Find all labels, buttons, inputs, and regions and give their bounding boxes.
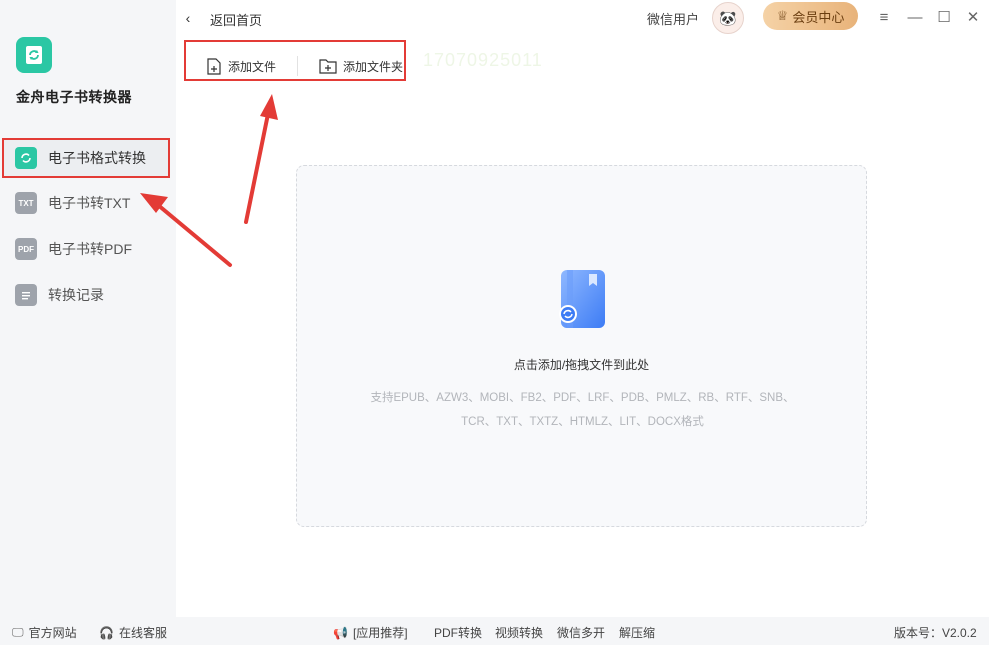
txt-badge: TXT (18, 198, 34, 208)
panda-avatar-icon: 🐼 (719, 9, 737, 26)
add-file-label: 添加文件 (228, 60, 277, 74)
title-bar: ‹ 返回首页 微信用户 🐼 ♕ 会员中心 ≡ — ☐ ✕ (176, 0, 989, 36)
arrow-to-toolbar (244, 94, 278, 224)
watermark-text: 17070925011 (423, 50, 543, 70)
megaphone-icon: 📢 (333, 625, 348, 640)
add-file-icon (207, 58, 221, 75)
sidebar-item-ebook-format-convert[interactable]: 电子书格式转换 (2, 138, 170, 178)
app-recommend: 📢 [应用推荐] (333, 624, 408, 641)
add-folder-icon (319, 59, 337, 74)
sidebar-item-label: 转换记录 (48, 287, 104, 303)
app-recommend-label: [应用推荐] (352, 626, 408, 640)
refresh-book-icon (15, 147, 37, 169)
menu-icon[interactable]: ≡ (873, 6, 895, 28)
toolbar-divider (297, 56, 298, 76)
close-icon[interactable]: ✕ (962, 6, 984, 28)
sidebar-item-ebook-to-txt[interactable]: TXT 电子书转TXT (0, 185, 176, 221)
online-support-label: 在线客服 (118, 626, 167, 640)
add-folder-button[interactable]: 添加文件夹 (319, 58, 403, 75)
supported-formats-hint: 支持EPUB、AZW3、MOBI、FB2、PDF、LRF、PDB、PMLZ、RB… (357, 386, 808, 434)
sidebar-item-ebook-to-pdf[interactable]: PDF 电子书转PDF (0, 231, 176, 267)
sidebar-item-label: 电子书格式转换 (48, 150, 146, 166)
version-text: 版本号：V2.0.2 (894, 626, 977, 640)
status-bar: 🖵 官方网站 🎧 在线客服 📢 [应用推荐] PDF转换 视频转换 微信多开 解… (0, 617, 989, 645)
file-drop-zone[interactable]: 点击添加/拖拽文件到此处 支持EPUB、AZW3、MOBI、FB2、PDF、LR… (296, 165, 867, 527)
add-file-button[interactable]: 添加文件 (206, 58, 276, 75)
back-button[interactable]: ‹ (178, 8, 198, 28)
sidebar-item-label: 电子书转PDF (48, 241, 132, 257)
headset-icon: 🎧 (99, 625, 114, 640)
pdf-file-icon: PDF (15, 238, 37, 260)
sidebar-item-label: 电子书转TXT (48, 195, 131, 211)
drop-zone-title: 点击添加/拖拽文件到此处 (513, 358, 650, 372)
history-list-icon (15, 284, 37, 306)
online-support-link[interactable]: 🎧 在线客服 (99, 624, 167, 641)
app-name: 金舟电子书转换器 (16, 89, 132, 105)
supported-formats-line-2: TCR、TXT、TXTZ、HTMLZ、LIT、DOCX格式 (461, 416, 704, 428)
footer-link-wechat[interactable]: 微信多开 (557, 624, 605, 641)
chevron-left-icon: ‹ (185, 10, 191, 26)
minimize-icon[interactable]: — (904, 6, 926, 28)
back-home-link[interactable]: 返回首页 (210, 10, 262, 29)
official-website-link[interactable]: 🖵 官方网站 (12, 624, 77, 641)
official-website-label: 官方网站 (28, 626, 77, 640)
sidebar: 金舟电子书转换器 电子书格式转换 TXT 电子书转TXT PDF 电子书转PDF… (0, 0, 176, 617)
vip-center-button[interactable]: ♕ 会员中心 (763, 2, 858, 30)
add-folder-label: 添加文件夹 (343, 60, 404, 74)
vip-center-label: 会员中心 (792, 9, 845, 25)
book-convert-icon (559, 270, 605, 328)
supported-formats-line-1: 支持EPUB、AZW3、MOBI、FB2、PDF、LRF、PDB、PMLZ、RB… (370, 392, 795, 404)
app-logo (16, 37, 52, 73)
user-name[interactable]: 微信用户 (647, 9, 699, 28)
footer-link-video[interactable]: 视频转换 (495, 624, 543, 641)
avatar[interactable]: 🐼 (712, 2, 744, 34)
maximize-icon[interactable]: ☐ (933, 6, 955, 28)
sidebar-item-history[interactable]: 转换记录 (0, 277, 176, 313)
monitor-icon: 🖵 (12, 625, 24, 639)
txt-file-icon: TXT (15, 192, 37, 214)
footer-link-pdf[interactable]: PDF转换 (434, 624, 482, 641)
footer-link-unzip[interactable]: 解压缩 (619, 624, 655, 641)
crown-icon: ♕ (776, 8, 789, 23)
app-logo-icon (26, 46, 42, 64)
pdf-badge: PDF (18, 244, 34, 254)
